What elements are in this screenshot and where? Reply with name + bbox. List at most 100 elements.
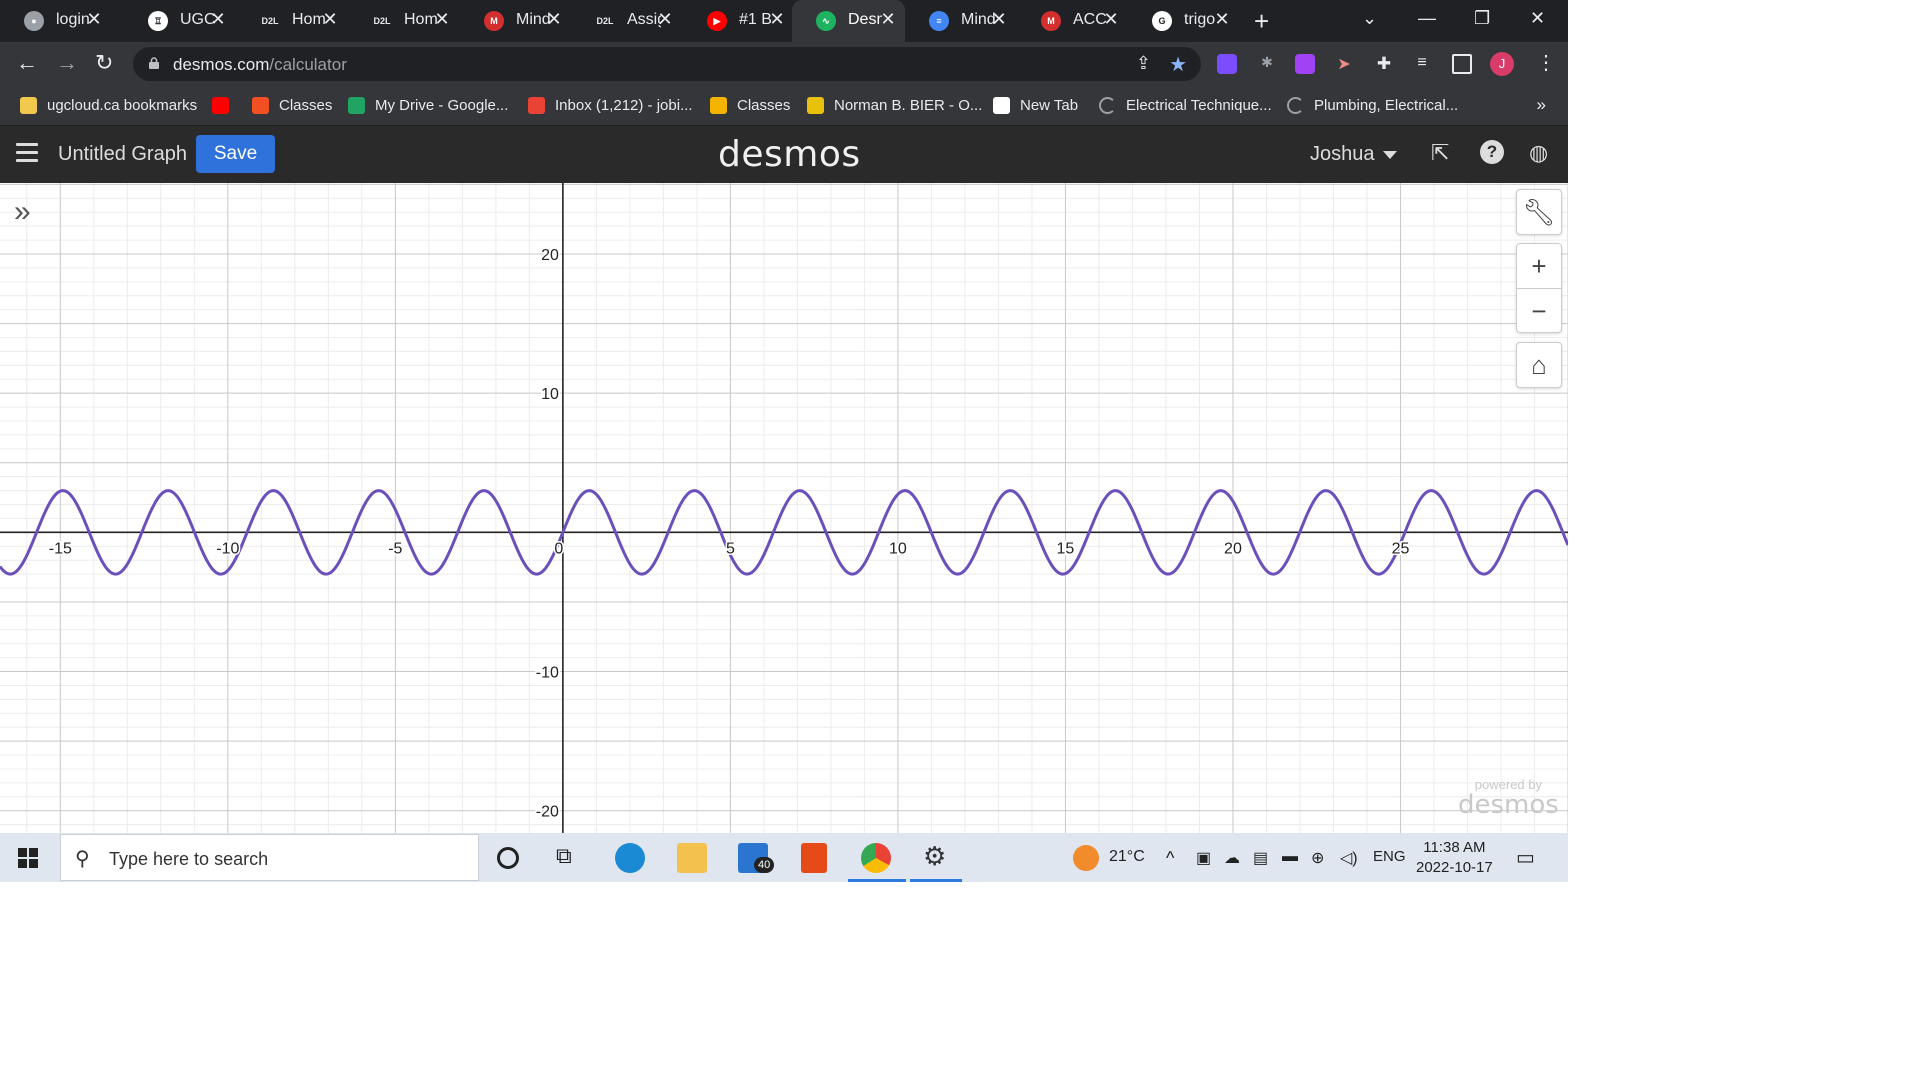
weather-sun-icon[interactable] — [1073, 845, 1099, 871]
bookmark-item[interactable]: Classes — [252, 94, 332, 116]
file-explorer-icon[interactable] — [677, 843, 707, 873]
save-button[interactable]: Save — [196, 135, 275, 173]
extension-rw-icon[interactable] — [1217, 54, 1237, 74]
profile-avatar[interactable]: J — [1490, 52, 1514, 76]
taskbar-clock[interactable]: 11:38 AM 2022-10-17 — [1416, 838, 1493, 878]
bookmark-item[interactable]: My Drive - Google... — [348, 94, 508, 116]
x-tick-label: 0 — [554, 540, 563, 557]
forward-icon[interactable]: → — [56, 52, 78, 74]
media-control-icon[interactable]: ≡ — [1412, 54, 1432, 74]
home-icon[interactable]: ⌂ — [1517, 343, 1561, 387]
close-tab-icon[interactable]: ✕ — [1213, 9, 1231, 30]
user-name: Joshua — [1310, 143, 1375, 165]
user-menu[interactable]: Joshua — [1310, 143, 1397, 166]
hamburger-menu-icon[interactable] — [16, 143, 38, 163]
bookmark-item[interactable]: Norman B. BIER - O... — [807, 94, 982, 116]
side-panel-icon[interactable] — [1452, 54, 1472, 74]
more-bookmarks-icon[interactable]: » — [1537, 95, 1546, 115]
globe-language-icon[interactable]: ◍ — [1529, 140, 1548, 166]
back-icon[interactable]: ← — [16, 52, 38, 74]
graph-paper[interactable]: -15 -10 -5 0 5 10 15 20 25 20 10 -10 -20 » 🔧︎ + − ⌂ … — [0, 183, 1568, 833]
browser-tab[interactable]: ≡ Mind ✕ — [905, 0, 1016, 42]
tab-search-icon[interactable]: ⌄ — [1362, 8, 1377, 29]
tray-network-globe-icon[interactable]: ⊕ — [1311, 848, 1324, 868]
close-tab-icon[interactable]: ✕ — [768, 9, 786, 30]
share-graph-icon[interactable]: ⇱ — [1431, 140, 1449, 166]
bookmark-item[interactable]: Plumbing, Electrical... — [1287, 94, 1458, 116]
y-tick-label: -10 — [536, 665, 559, 682]
edge-icon[interactable] — [615, 843, 645, 873]
bookmark-item[interactable] — [212, 94, 229, 116]
tray-onedrive-icon[interactable]: ☁ — [1224, 848, 1240, 868]
powered-by-desmos[interactable]: powered by desmos — [1458, 777, 1559, 818]
bookmark-item[interactable]: New Tab — [993, 94, 1078, 116]
browser-tab[interactable]: D2L Hom ✕ — [236, 0, 347, 42]
cortana-icon[interactable] — [497, 847, 519, 869]
close-tab-icon[interactable]: ✕ — [879, 9, 897, 30]
expand-expression-list-icon[interactable]: » — [14, 197, 31, 227]
bookmark-star-icon[interactable]: ★ — [1169, 52, 1187, 77]
close-tab-icon[interactable]: ✕ — [545, 9, 563, 30]
close-tab-icon[interactable]: ✕ — [209, 9, 227, 30]
restore-icon[interactable]: ❐ — [1474, 8, 1490, 29]
mail-badge: 40 — [754, 857, 775, 873]
browser-tab[interactable]: ● login ✕ — [0, 0, 111, 42]
close-tab-icon[interactable]: ✕ — [1102, 9, 1120, 30]
settings-gear-icon[interactable]: ⚙ — [923, 841, 953, 871]
browser-tab[interactable]: ▶ #1 Bl ✕ — [683, 0, 794, 42]
close-tab-icon[interactable]: ✕ — [321, 9, 339, 30]
weather-temp[interactable]: 21°C — [1109, 848, 1145, 866]
graph-title[interactable]: Untitled Graph — [58, 143, 187, 166]
office-icon[interactable] — [801, 843, 827, 873]
tray-language[interactable]: ENG — [1373, 848, 1406, 865]
wrench-icon[interactable]: 🔧︎ — [1517, 190, 1561, 234]
tray-battery-icon[interactable]: ▬ — [1282, 848, 1298, 866]
task-view-icon[interactable]: ⧉ — [556, 843, 586, 873]
close-tab-icon[interactable]: ✕ — [85, 9, 103, 30]
mail-icon[interactable]: 40 — [738, 843, 775, 873]
chrome-icon[interactable] — [861, 843, 891, 873]
taskbar-search-box[interactable]: ⚲ Type here to search — [60, 834, 479, 881]
site-icon — [807, 96, 824, 114]
browser-tab[interactable]: MACCI✕ — [1017, 0, 1128, 42]
url-text: desmos.com/calculator — [173, 55, 347, 74]
address-bar[interactable]: desmos.com/calculator ⇪ ★ — [133, 47, 1201, 81]
browser-tab[interactable]: D2L Hom ✕ — [348, 0, 459, 42]
lock-icon — [149, 57, 159, 69]
d2l-icon: D2L — [261, 16, 279, 26]
extension-bug-icon[interactable]: ✱ — [1257, 54, 1277, 74]
close-tab-icon[interactable]: ✕ — [990, 9, 1008, 30]
tray-meet-icon[interactable]: ▣ — [1196, 848, 1211, 868]
x-tick-label: 10 — [889, 540, 907, 557]
reload-icon[interactable]: ↻ — [95, 52, 113, 74]
browser-tab[interactable]: ∿ Desn ✕ — [792, 0, 905, 42]
browser-menu-icon[interactable]: ⋮ — [1536, 50, 1556, 75]
browser-tab[interactable]: M Mind ✕ — [460, 0, 571, 42]
tray-display-icon[interactable]: ▤ — [1253, 848, 1268, 868]
bookmark-item[interactable]: Electrical Technique... — [1099, 94, 1272, 116]
zoom-in-icon[interactable]: + — [1517, 244, 1561, 288]
notification-icon[interactable]: ▭ — [1516, 845, 1535, 870]
tray-volume-icon[interactable]: ◁) — [1340, 848, 1358, 868]
share-icon[interactable]: ⇪ — [1136, 53, 1151, 74]
new-tab-icon[interactable]: + — [1254, 6, 1269, 37]
bookmark-item[interactable]: Inbox (1,212) - jobi... — [528, 94, 693, 116]
extensions-puzzle-icon[interactable]: ✚ — [1374, 54, 1394, 74]
minimize-icon[interactable]: — — [1418, 8, 1436, 29]
help-icon[interactable]: ? — [1480, 140, 1504, 164]
graph-canvas[interactable]: -15 -10 -5 0 5 10 15 20 25 20 10 -10 -20 — [0, 183, 1568, 833]
browser-tab[interactable]: Gtrigo ✕ — [1128, 0, 1239, 42]
tray-chevron-up-icon[interactable]: ^ — [1166, 848, 1174, 869]
zoom-out-icon[interactable]: − — [1517, 288, 1561, 332]
browser-tab[interactable]: ♖UGCI✕ — [124, 0, 235, 42]
bookmark-item[interactable]: ugcloud.ca bookmarks — [20, 94, 197, 116]
close-tab-icon[interactable]: ✕ — [433, 9, 451, 30]
close-tab-icon[interactable]: ✕ — [656, 9, 674, 30]
bookmark-item[interactable]: Classes — [710, 94, 790, 116]
windows-start-icon[interactable] — [18, 848, 38, 868]
close-window-icon[interactable]: ✕ — [1530, 8, 1545, 29]
extension-arrow-icon[interactable]: ➤ — [1334, 54, 1354, 74]
youtube-icon — [212, 96, 229, 114]
browser-tab[interactable]: D2LAssig✕ — [571, 0, 682, 42]
extension-purple-icon[interactable] — [1295, 54, 1315, 74]
